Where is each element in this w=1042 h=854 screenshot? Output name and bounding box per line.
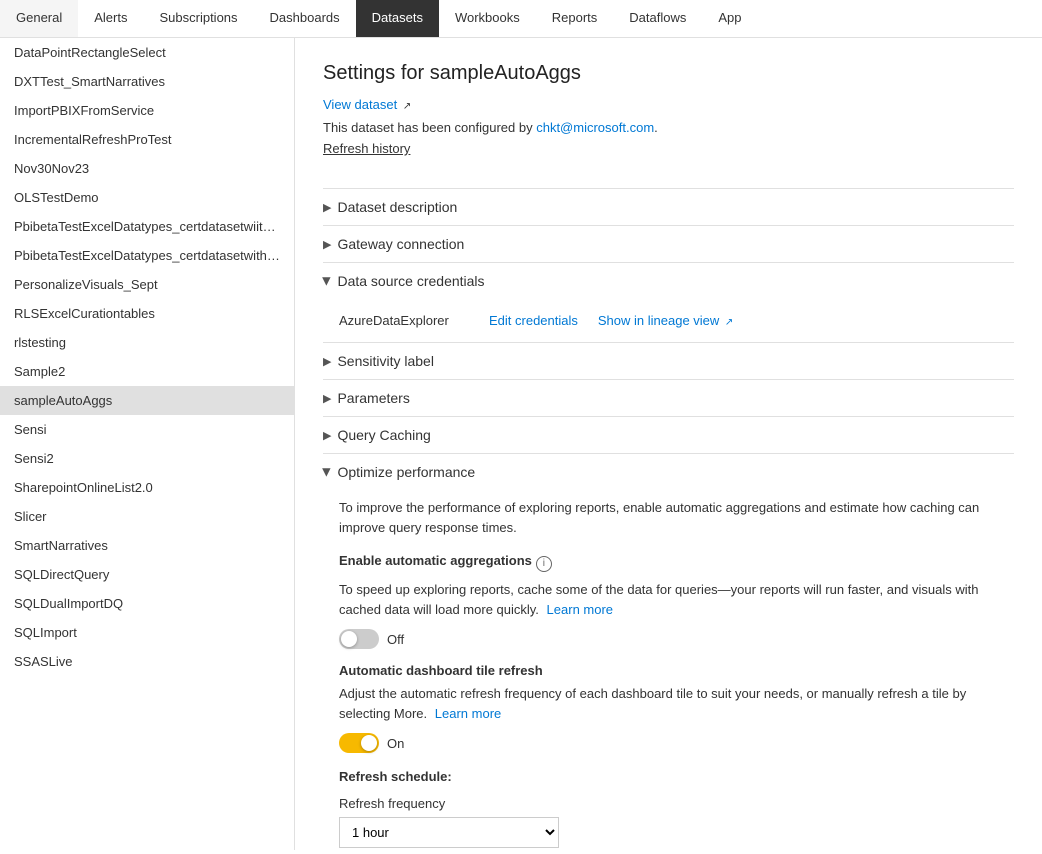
sidebar-item[interactable]: Nov30Nov23: [0, 154, 294, 183]
dashboard-refresh-description: Adjust the automatic refresh frequency o…: [339, 684, 1014, 723]
section-dataset-description[interactable]: ▶ Dataset description: [323, 188, 1014, 225]
sidebar-item[interactable]: Sensi: [0, 415, 294, 444]
sidebar-item[interactable]: Sample2: [0, 357, 294, 386]
dashboard-state-label: On: [387, 736, 404, 751]
sidebar: DataPointRectangleSelectDXTTest_SmartNar…: [0, 38, 295, 850]
lineage-external-icon: ↗: [725, 317, 733, 328]
nav-item-workbooks[interactable]: Workbooks: [439, 0, 536, 37]
refresh-schedule-label: Refresh schedule:: [339, 769, 1014, 784]
show-lineage-link[interactable]: Show in lineage view ↗: [598, 313, 733, 328]
sidebar-item[interactable]: ImportPBIXFromService: [0, 96, 294, 125]
sidebar-item[interactable]: DataPointRectangleSelect: [0, 38, 294, 67]
nav-item-dataflows[interactable]: Dataflows: [613, 0, 702, 37]
section-query-caching[interactable]: ▶ Query Caching: [323, 416, 1014, 453]
section-data-source-credentials[interactable]: ▶ Data source credentials: [323, 262, 1014, 299]
arrow-icon-optimize: ▶: [321, 468, 334, 476]
refresh-history-link[interactable]: Refresh history: [323, 141, 410, 156]
configured-by-text: This dataset has been configured by chkt…: [323, 120, 1014, 135]
sidebar-item[interactable]: SQLDirectQuery: [0, 560, 294, 589]
dashboard-toggle-thumb: [361, 735, 377, 751]
view-dataset-link[interactable]: View dataset: [323, 97, 397, 112]
nav-item-alerts[interactable]: Alerts: [78, 0, 143, 37]
section-gateway-connection[interactable]: ▶ Gateway connection: [323, 225, 1014, 262]
sidebar-item[interactable]: PbibetaTestExcelDatatypes_certdatasetwit…: [0, 241, 294, 270]
sidebar-item[interactable]: Sensi2: [0, 444, 294, 473]
section-sensitivity-label[interactable]: ▶ Sensitivity label: [323, 342, 1014, 379]
dashboard-refresh-title: Automatic dashboard tile refresh: [339, 663, 543, 678]
datasource-row: AzureDataExplorer Edit credentials Show …: [339, 307, 1014, 334]
refresh-frequency-select[interactable]: DailyWeekly1 hour30 minutes15 minutes: [339, 817, 559, 848]
nav-item-subscriptions[interactable]: Subscriptions: [143, 0, 253, 37]
auto-agg-toggle-thumb: [341, 631, 357, 647]
optimize-performance-content: To improve the performance of exploring …: [323, 490, 1014, 850]
arrow-icon-parameters: ▶: [323, 392, 331, 405]
sidebar-item[interactable]: OLSTestDemo: [0, 183, 294, 212]
auto-agg-state-label: Off: [387, 632, 404, 647]
top-navigation: GeneralAlertsSubscriptionsDashboardsData…: [0, 0, 1042, 38]
sidebar-item[interactable]: SQLImport: [0, 618, 294, 647]
dashboard-refresh-toggle[interactable]: [339, 733, 379, 753]
sidebar-item[interactable]: Slicer: [0, 502, 294, 531]
nav-item-general[interactable]: General: [0, 0, 78, 37]
sidebar-item[interactable]: DXTTest_SmartNarratives: [0, 67, 294, 96]
nav-item-reports[interactable]: Reports: [536, 0, 614, 37]
sidebar-item[interactable]: SSASLive: [0, 647, 294, 676]
sidebar-item[interactable]: SharepointOnlineList2.0: [0, 473, 294, 502]
auto-agg-toggle[interactable]: [339, 629, 379, 649]
auto-agg-info-icon[interactable]: i: [536, 556, 552, 572]
datasource-name: AzureDataExplorer: [339, 313, 469, 328]
nav-item-datasets[interactable]: Datasets: [356, 0, 439, 37]
section-parameters[interactable]: ▶ Parameters: [323, 379, 1014, 416]
external-link-icon: ↗: [403, 101, 411, 112]
main-layout: DataPointRectangleSelectDXTTest_SmartNar…: [0, 38, 1042, 850]
auto-agg-toggle-container: Off: [339, 629, 1014, 649]
arrow-icon-query-caching: ▶: [323, 429, 331, 442]
page-title: Settings for sampleAutoAggs: [323, 62, 1014, 85]
auto-agg-learn-more-link[interactable]: Learn more: [547, 602, 613, 617]
sidebar-item[interactable]: PersonalizeVisuals_Sept: [0, 270, 294, 299]
nav-item-app[interactable]: App: [702, 0, 757, 37]
optimize-description: To improve the performance of exploring …: [339, 498, 1014, 537]
content-area: Settings for sampleAutoAggs View dataset…: [295, 38, 1042, 850]
dashboard-learn-more-link[interactable]: Learn more: [435, 706, 501, 721]
auto-agg-title: Enable automatic aggregations: [339, 553, 532, 568]
arrow-icon-sensitivity: ▶: [323, 355, 331, 368]
sidebar-item[interactable]: PbibetaTestExcelDatatypes_certdatasetwii…: [0, 212, 294, 241]
sidebar-item[interactable]: RLSExcelCurationtables: [0, 299, 294, 328]
sidebar-item[interactable]: SmartNarratives: [0, 531, 294, 560]
sidebar-item[interactable]: rlstesting: [0, 328, 294, 357]
data-source-content: AzureDataExplorer Edit credentials Show …: [323, 299, 1014, 342]
arrow-icon-dataset-description: ▶: [323, 201, 331, 214]
section-optimize-performance[interactable]: ▶ Optimize performance: [323, 453, 1014, 490]
nav-item-dashboards[interactable]: Dashboards: [254, 0, 356, 37]
arrow-icon-data-source: ▶: [321, 277, 334, 285]
sidebar-item[interactable]: SQLDualImportDQ: [0, 589, 294, 618]
sidebar-item[interactable]: IncrementalRefreshProTest: [0, 125, 294, 154]
email-link[interactable]: chkt@microsoft.com: [536, 120, 654, 135]
refresh-frequency-label: Refresh frequency: [339, 796, 1014, 811]
arrow-icon-gateway-connection: ▶: [323, 238, 331, 251]
edit-credentials-link[interactable]: Edit credentials: [489, 313, 578, 328]
auto-agg-description: To speed up exploring reports, cache som…: [339, 580, 1014, 619]
dashboard-toggle-container: On: [339, 733, 1014, 753]
sidebar-item[interactable]: sampleAutoAggs: [0, 386, 294, 415]
